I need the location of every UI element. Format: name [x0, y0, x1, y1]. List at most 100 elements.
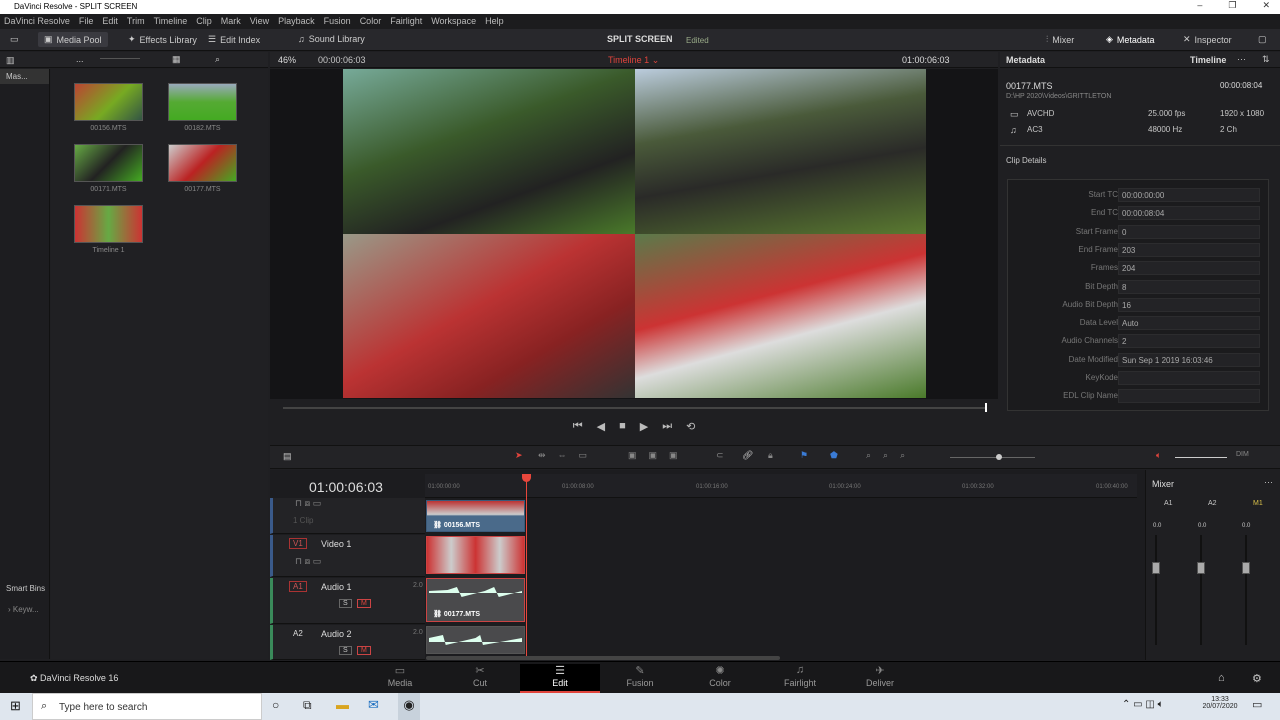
step-back-icon[interactable]: ◀ [597, 420, 605, 440]
metadata-field-value[interactable]: Auto [1118, 316, 1260, 331]
page-tab-deliver[interactable]: ✈ Deliver [840, 664, 920, 688]
selection-tool-icon[interactable]: ➤ [515, 450, 523, 461]
timeline-view-options-icon[interactable]: ▤ [283, 451, 292, 462]
media-pool-button[interactable]: ▣ Media Pool [38, 32, 108, 47]
menu-resolve[interactable]: DaVinci Resolve [4, 16, 70, 27]
scrubber-playhead[interactable] [985, 403, 987, 412]
timeline-ruler[interactable] [425, 474, 1137, 498]
smart-bin-keywords[interactable]: › Keyw... [8, 605, 39, 614]
timeline-thumbnail[interactable] [74, 205, 143, 243]
solo-button[interactable]: S [339, 599, 352, 608]
mixer-button[interactable]: ⫶ Mixer [1046, 34, 1074, 45]
monitor-icon[interactable]: ▭ [10, 34, 19, 45]
home-icon[interactable]: ⌂ [1218, 672, 1225, 684]
metadata-field-value[interactable]: 204 [1118, 261, 1260, 276]
grid-view-icon[interactable]: ▦ [172, 54, 181, 65]
metadata-field-value[interactable]: 0 [1118, 224, 1260, 239]
lock-icon[interactable]: 🔒︎ [768, 450, 773, 461]
search-icon[interactable]: ⌕ [215, 54, 220, 65]
link-icon[interactable]: 🔗︎ [742, 450, 753, 461]
menu-view[interactable]: View [250, 16, 269, 27]
timeline-selector[interactable]: Timeline 1 ⌄ [608, 55, 659, 66]
metadata-field-value[interactable] [1118, 389, 1260, 404]
more-options-icon[interactable]: ··· [1264, 477, 1273, 487]
edit-index-button[interactable]: ☰ Edit Index [208, 34, 260, 45]
go-to-start-icon[interactable]: ⏮ [573, 420, 583, 440]
page-tab-edit[interactable]: ☰ Edit [520, 664, 600, 693]
go-to-end-icon[interactable]: ⏭ [662, 420, 672, 440]
menu-playback[interactable]: Playback [278, 16, 315, 27]
fader-knob[interactable] [1197, 562, 1205, 574]
menu-help[interactable]: Help [485, 16, 504, 27]
viewer-frame[interactable] [343, 69, 926, 398]
zoom-level[interactable]: 46% [278, 55, 296, 65]
menu-fusion[interactable]: Fusion [324, 16, 351, 27]
page-tab-fairlight[interactable]: ♫ Fairlight [760, 664, 840, 688]
dim-button[interactable]: DIM [1236, 451, 1249, 458]
timeline-clip-a1[interactable]: ⛓ 00177.MTS [426, 578, 525, 622]
davinci-resolve-taskbar-icon[interactable]: ◉ [398, 693, 420, 720]
taskbar-search[interactable]: ⌕ Type here to search [32, 693, 262, 720]
more-options-icon[interactable]: ··· [1237, 54, 1246, 64]
maximize-button[interactable]: ❐ [1228, 0, 1236, 14]
panel-toggle-icon[interactable]: ▥ [6, 55, 15, 66]
mute-speaker-icon[interactable]: 🔈︎ [1156, 450, 1161, 461]
task-view-icon[interactable]: ⧉ [303, 698, 312, 713]
effects-library-button[interactable]: ✦ Effects Library [128, 34, 197, 45]
solo-button[interactable]: S [339, 646, 352, 655]
clock[interactable]: 13:33 20/07/2020 [1198, 696, 1242, 710]
menu-edit[interactable]: Edit [102, 16, 118, 27]
fader-a1[interactable] [1155, 535, 1157, 645]
mail-icon[interactable]: ✉ [368, 697, 379, 713]
marker-icon[interactable]: ⬟ [830, 450, 838, 461]
cortana-icon[interactable]: ○ [272, 698, 279, 712]
timeline-horizontal-scrollbar[interactable] [426, 656, 780, 660]
sort-icon[interactable]: ⇅ [1262, 54, 1270, 65]
menu-clip[interactable]: Clip [196, 16, 212, 27]
timeline-clip-v2[interactable]: ⛓ 00156.MTS [426, 500, 525, 532]
fader-m1[interactable] [1245, 535, 1247, 645]
timeline-clip-a2[interactable] [426, 626, 525, 654]
clip-thumbnail[interactable] [168, 144, 237, 182]
flag-icon[interactable]: ⚑ [800, 450, 808, 461]
metadata-field-value[interactable]: 2 [1118, 334, 1260, 349]
clip-thumbnail[interactable] [74, 144, 143, 182]
page-tab-fusion[interactable]: ✎ Fusion [600, 664, 680, 688]
sound-library-button[interactable]: ♫ Sound Library [298, 34, 365, 44]
menu-mark[interactable]: Mark [221, 16, 241, 27]
timeline-clip-v1[interactable] [426, 536, 525, 574]
menu-timeline[interactable]: Timeline [154, 16, 188, 27]
metadata-field-value[interactable]: 16 [1118, 297, 1260, 312]
settings-icon[interactable]: ⚙ [1252, 672, 1262, 685]
clip-thumbnail[interactable] [168, 83, 237, 121]
loop-icon[interactable]: ⟲ [686, 420, 695, 440]
page-tab-cut[interactable]: ✂ Cut [440, 664, 520, 688]
page-tab-color[interactable]: ✺ Color [680, 664, 760, 688]
minimize-button[interactable]: – [1197, 0, 1202, 14]
metadata-field-value[interactable]: 8 [1118, 279, 1260, 294]
expand-icon[interactable]: ▢ [1258, 34, 1267, 45]
fader-knob[interactable] [1242, 562, 1250, 574]
metadata-field-value[interactable]: 203 [1118, 242, 1260, 257]
timeline-zoom-slider[interactable] [950, 457, 1035, 458]
metadata-field-value[interactable]: Sun Sep 1 2019 16:03:46 [1118, 352, 1260, 367]
bin-master[interactable]: Mas... [0, 69, 49, 84]
track-badge[interactable]: V1 [289, 538, 307, 549]
track-controls[interactable]: ⊓ ⧈ ▭ [295, 556, 321, 567]
mute-button[interactable]: M [357, 646, 371, 655]
volume-slider[interactable] [1175, 457, 1227, 458]
track-badge[interactable]: A2 [293, 629, 303, 638]
clip-thumbnail[interactable] [74, 83, 143, 121]
metadata-context[interactable]: Timeline [1190, 55, 1226, 65]
menu-trim[interactable]: Trim [127, 16, 145, 27]
page-tab-media[interactable]: ▭ Media [360, 664, 440, 688]
stop-icon[interactable]: ■ [619, 420, 626, 440]
metadata-field-value[interactable]: 00:00:00:00 [1118, 188, 1260, 202]
menu-color[interactable]: Color [360, 16, 382, 27]
file-explorer-icon[interactable]: ▬ [336, 697, 349, 712]
close-button[interactable]: ✕ [1262, 0, 1270, 14]
windows-start-icon[interactable]: ⊞ [10, 698, 21, 714]
zoom-tools[interactable]: ⌕⌕⌕ [866, 450, 917, 461]
insert-tools[interactable]: ▣▣▣ [628, 450, 690, 461]
system-tray-icons[interactable]: ⌃ ▭ ◫ 🔈︎ [1122, 699, 1164, 710]
